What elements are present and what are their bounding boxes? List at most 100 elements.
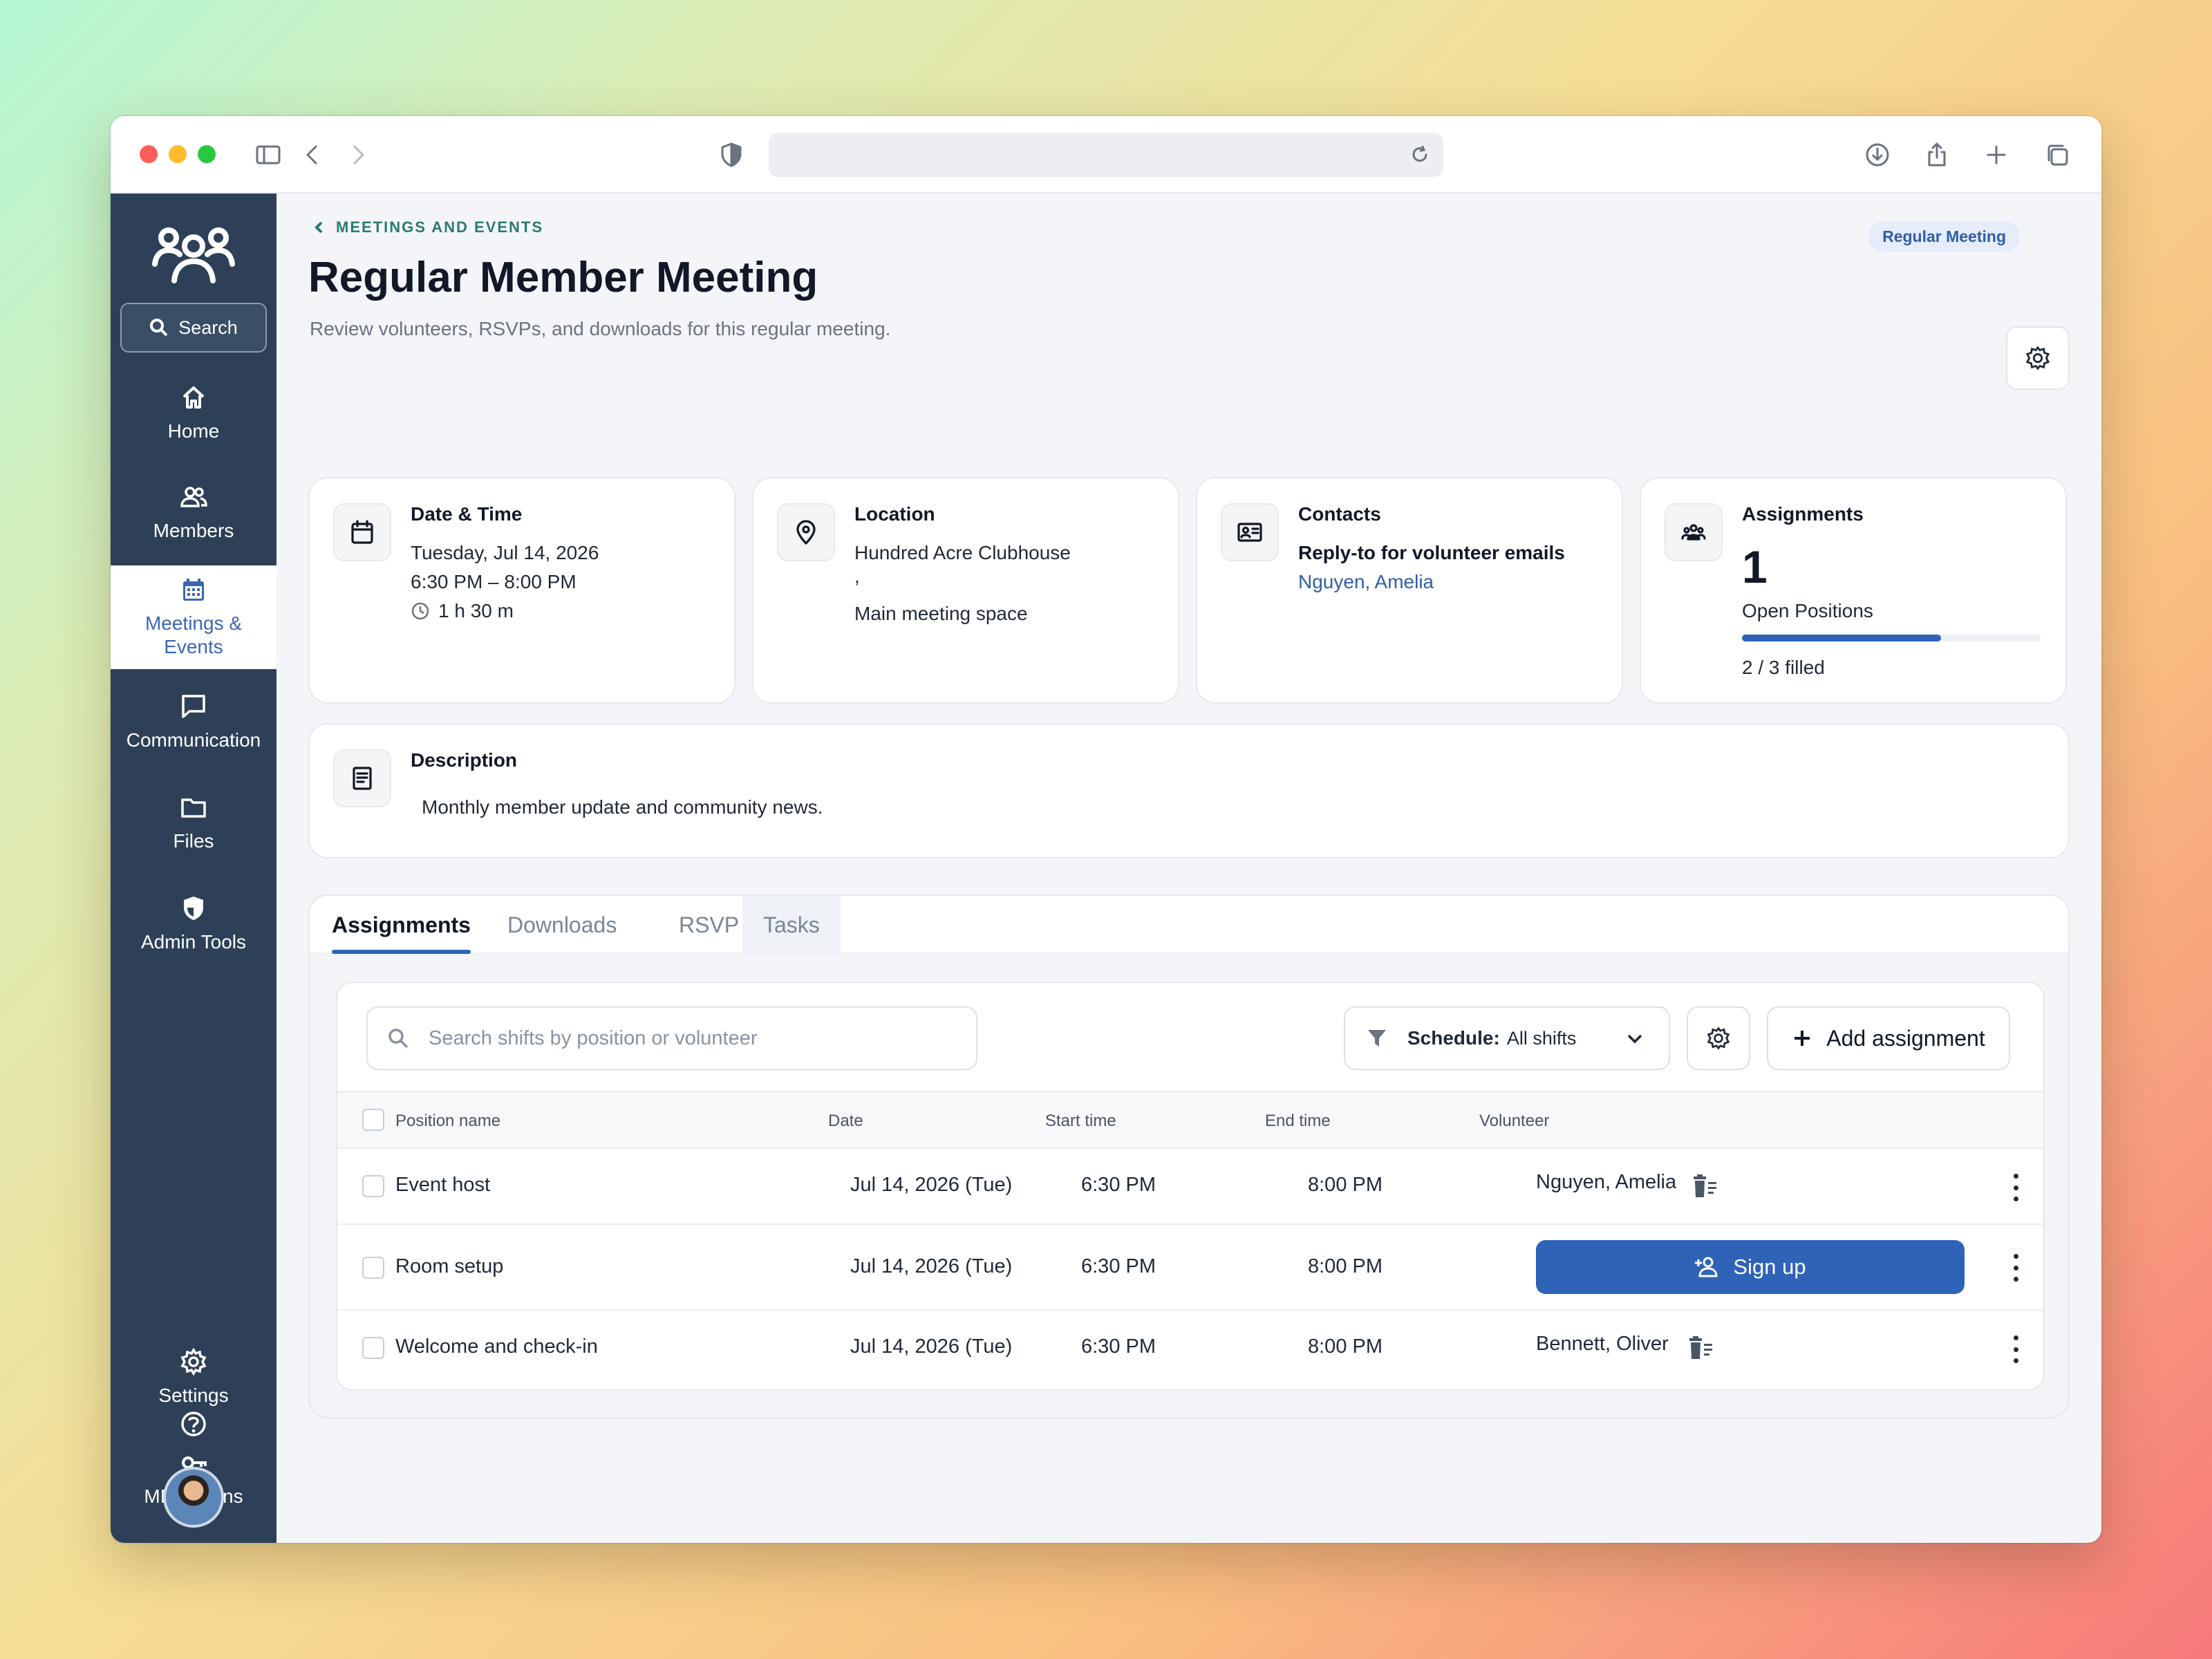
group-icon <box>1665 503 1723 561</box>
sidebar-item-files[interactable]: Files <box>111 778 276 868</box>
sidebar-item-label: Communication <box>126 729 261 751</box>
forward-icon[interactable] <box>339 135 377 174</box>
column-header-end[interactable]: End time <box>1265 1112 1331 1131</box>
share-icon[interactable] <box>1918 135 1956 174</box>
breadcrumb[interactable]: MEETINGS AND EVENTS <box>312 218 543 236</box>
tab-bar: Assignments Downloads RSVP Tasks <box>310 896 2068 954</box>
table-row: Welcome and check-in Jul 14, 2026 (Tue) … <box>337 1311 2043 1387</box>
sidebar-item-label: Home <box>167 420 220 442</box>
row-checkbox[interactable] <box>362 1337 384 1359</box>
shift-date: Jul 14, 2026 (Tue) <box>850 1174 1013 1196</box>
table-row: Event host Jul 14, 2026 (Tue) 6:30 PM 8:… <box>337 1149 2043 1225</box>
description-text: Monthly member update and community news… <box>422 796 823 818</box>
search-icon <box>388 1029 409 1049</box>
folder-icon <box>181 798 206 818</box>
filled-count: 2 / 3 filled <box>1742 657 1825 678</box>
shift-search-input[interactable]: Search shifts by position or volunteer <box>366 1006 977 1070</box>
sidebar-toggle-icon[interactable] <box>249 135 288 174</box>
shift-end: 8:00 PM <box>1308 1255 1382 1277</box>
schedule-value: All shifts <box>1506 1027 1577 1049</box>
column-header-position[interactable]: Position name <box>395 1112 500 1131</box>
sidebar-search-button[interactable]: Search <box>120 303 267 353</box>
schedule-label: Schedule: <box>1407 1027 1500 1049</box>
chevron-left-icon <box>315 221 323 234</box>
sidebar-item-meetings[interactable]: Meetings & Events <box>111 565 276 669</box>
privacy-shield-icon[interactable] <box>712 135 751 174</box>
table-row: Room setup Jul 14, 2026 (Tue) 6:30 PM 8:… <box>337 1225 2043 1311</box>
gear-icon <box>1707 1027 1730 1050</box>
column-header-start[interactable]: Start time <box>1045 1112 1116 1131</box>
tabs-panel: Assignments Downloads RSVP Tasks Search … <box>308 894 2070 1418</box>
page-title: Regular Member Meeting <box>308 254 818 301</box>
sidebar-item-communication[interactable]: Communication <box>111 677 276 767</box>
minimize-window-button[interactable] <box>169 145 187 163</box>
sidebar-item-settings[interactable]: Settings <box>111 1333 276 1423</box>
position-name: Event host <box>395 1174 491 1196</box>
column-header-volunteer[interactable]: Volunteer <box>1479 1112 1549 1131</box>
row-checkbox[interactable] <box>362 1257 384 1279</box>
document-icon <box>333 749 391 807</box>
reload-icon[interactable] <box>1405 140 1435 170</box>
chevron-down-icon <box>1627 1034 1642 1044</box>
sidebar-item-admin-tools[interactable]: Admin Tools <box>111 879 276 969</box>
add-person-icon <box>1695 1257 1718 1277</box>
duration-label: 1 h 30 m <box>438 600 514 621</box>
tab-tasks[interactable]: Tasks <box>742 896 841 954</box>
sidebar-item-label: Members <box>153 520 234 541</box>
browser-window: Search Home Members Meetings & Events Co… <box>111 116 2101 1543</box>
remove-volunteer-icon[interactable] <box>1691 1172 1718 1200</box>
search-icon <box>150 319 168 337</box>
column-header-date[interactable]: Date <box>828 1112 863 1131</box>
chat-icon <box>182 695 205 718</box>
sidebar-item-label: Admin Tools <box>140 931 246 953</box>
card-title: Description <box>411 749 518 771</box>
address-bar[interactable] <box>769 133 1443 177</box>
position-name: Room setup <box>395 1255 504 1277</box>
page-subtitle: Review volunteers, RSVPs, and downloads … <box>310 318 891 339</box>
calendar-icon <box>183 579 204 601</box>
home-icon <box>182 386 205 409</box>
new-tab-icon[interactable] <box>1977 135 2016 174</box>
add-assignment-button[interactable]: Add assignment <box>1767 1006 2010 1070</box>
plus-icon <box>1794 1031 1810 1046</box>
close-window-button[interactable] <box>140 145 158 163</box>
sidebar-item-home[interactable]: Home <box>111 369 276 458</box>
sidebar-item-members[interactable]: Members <box>111 469 276 557</box>
card-title: Contacts <box>1298 503 1381 525</box>
back-icon[interactable] <box>293 135 332 174</box>
card-title: Date & Time <box>411 503 523 525</box>
card-title: Assignments <box>1742 503 1864 525</box>
table-settings-button[interactable] <box>1687 1006 1750 1070</box>
maximize-window-button[interactable] <box>198 145 216 163</box>
sidebar-search-label: Search <box>178 317 238 338</box>
help-icon[interactable] <box>180 1410 207 1438</box>
tab-downloads[interactable]: Downloads <box>487 896 637 954</box>
event-settings-button[interactable] <box>2006 326 2070 390</box>
schedule-filter-dropdown[interactable]: Schedule: All shifts <box>1344 1006 1670 1070</box>
row-menu-icon[interactable] <box>2012 1174 2020 1201</box>
location-separator: , <box>854 565 860 587</box>
downloads-icon[interactable] <box>1858 135 1897 174</box>
event-duration: 1 h 30 m <box>411 600 514 622</box>
remove-volunteer-icon[interactable] <box>1687 1334 1714 1362</box>
shield-icon <box>184 897 203 920</box>
row-menu-icon[interactable] <box>2012 1254 2020 1282</box>
shift-start: 6:30 PM <box>1081 1174 1156 1196</box>
shift-start: 6:30 PM <box>1081 1255 1156 1277</box>
tab-overview-icon[interactable] <box>2038 135 2077 174</box>
members-logo-icon[interactable] <box>149 218 238 288</box>
contact-card-icon <box>1221 503 1279 561</box>
contact-name-link[interactable]: Nguyen, Amelia <box>1298 571 1434 593</box>
sidebar-item-label: Meetings & Events <box>144 612 243 657</box>
clock-icon <box>411 602 429 620</box>
avatar[interactable] <box>163 1467 224 1528</box>
filled-progress-bar <box>1742 635 2041 641</box>
tab-assignments[interactable]: Assignments <box>311 896 491 954</box>
sign-up-button[interactable]: Sign up <box>1536 1240 1965 1294</box>
shift-date: Jul 14, 2026 (Tue) <box>850 1255 1013 1277</box>
browser-toolbar <box>111 116 2101 194</box>
select-all-checkbox[interactable] <box>362 1109 384 1131</box>
row-menu-icon[interactable] <box>2012 1335 2020 1363</box>
row-checkbox[interactable] <box>362 1175 384 1197</box>
position-name: Welcome and check-in <box>395 1335 598 1358</box>
